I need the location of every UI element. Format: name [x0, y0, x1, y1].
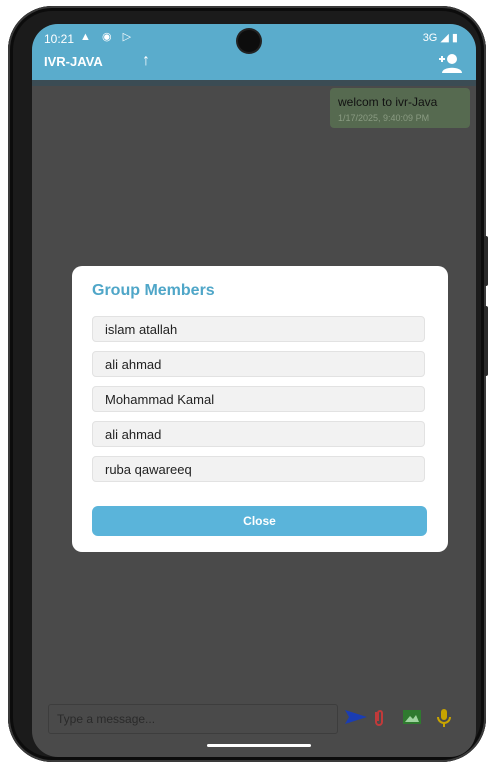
add-user-icon[interactable]: [438, 52, 462, 74]
member-item[interactable]: ali ahmad: [92, 351, 425, 377]
home-indicator[interactable]: [207, 744, 311, 747]
volume-button: [484, 236, 488, 286]
dialog-title: Group Members: [92, 282, 215, 299]
attach-icon[interactable]: [372, 708, 386, 728]
status-time: 10:21: [44, 32, 75, 46]
app-bar: 10:21 ▲ ◉ ▷ 3G ◢ ▮ IVR-JAVA ↑: [32, 24, 476, 80]
image-icon[interactable]: [402, 708, 422, 726]
camera-icon: [238, 30, 260, 52]
power-button: [484, 306, 488, 376]
app-title: IVR-JAVA: [44, 54, 103, 69]
message-text: welcom to ivr-Java: [338, 95, 438, 109]
group-members-dialog: Group Members islam atallah ali ahmad Mo…: [72, 266, 448, 552]
member-item[interactable]: islam atallah: [92, 316, 425, 342]
phone-frame: 10:21 ▲ ◉ ▷ 3G ◢ ▮ IVR-JAVA ↑ welcom to …: [8, 6, 488, 762]
member-item[interactable]: ali ahmad: [92, 421, 425, 447]
arrow-up-icon[interactable]: ↑: [142, 52, 150, 70]
screen: 10:21 ▲ ◉ ▷ 3G ◢ ▮ IVR-JAVA ↑ welcom to …: [32, 24, 476, 757]
status-signal: 3G ◢ ▮: [422, 32, 458, 44]
send-icon[interactable]: [344, 708, 368, 726]
app-bar-shadow: [32, 80, 476, 86]
message-input-wrapper: [48, 704, 338, 734]
member-item[interactable]: Mohammad Kamal: [92, 386, 425, 412]
message-time: 1/17/2025, 9:40:09 PM: [338, 113, 430, 123]
close-button[interactable]: Close: [92, 506, 427, 536]
message-bubble: welcom to ivr-Java 1/17/2025, 9:40:09 PM: [330, 88, 470, 128]
mic-icon[interactable]: [436, 708, 452, 728]
status-notification-icons: ▲ ◉ ▷: [80, 31, 136, 43]
member-item[interactable]: ruba qawareeq: [92, 456, 425, 482]
message-input[interactable]: [49, 705, 337, 733]
